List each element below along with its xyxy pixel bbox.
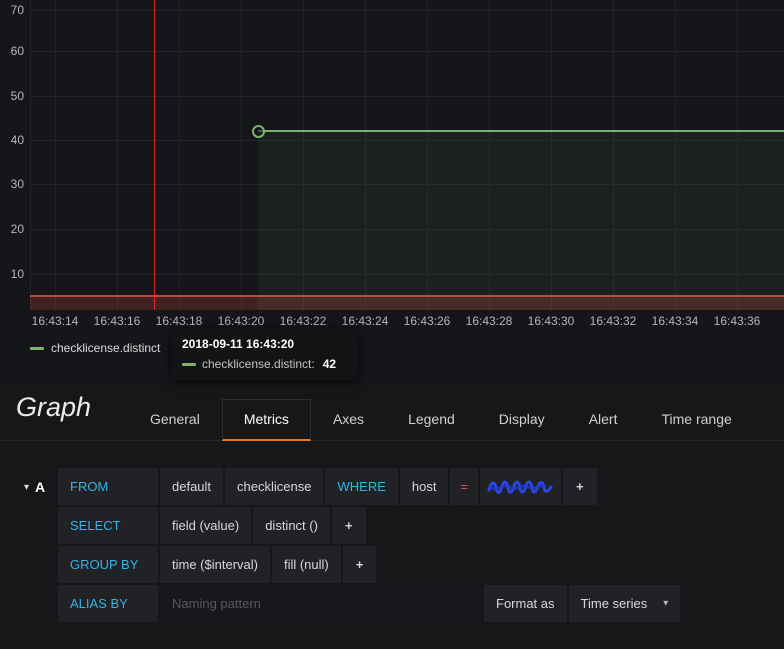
- redaction-scribble-icon: [487, 480, 553, 494]
- add-where-condition-button[interactable]: +: [563, 468, 597, 505]
- alias-pattern-input[interactable]: [160, 585, 478, 622]
- select-keyword: SELECT: [58, 507, 158, 544]
- from-keyword: FROM: [58, 468, 158, 505]
- tooltip-series-label: checklicense.distinct:: [202, 357, 315, 371]
- group-by-time[interactable]: time ($interval): [160, 546, 270, 583]
- operator-select[interactable]: =: [450, 468, 479, 505]
- tab-general[interactable]: General: [128, 399, 222, 441]
- gridline-v: [117, 0, 118, 310]
- x-tick-label: 16:43:16: [93, 314, 141, 328]
- editor-tabs: General Metrics Axes Legend Display Aler…: [128, 399, 754, 441]
- tab-legend[interactable]: Legend: [386, 399, 477, 441]
- crosshair-line: [154, 0, 155, 310]
- where-keyword: WHERE: [325, 468, 398, 505]
- y-tick-label: 50: [10, 89, 24, 103]
- add-group-by-button[interactable]: +: [342, 546, 377, 583]
- editor-header: Graph General Metrics Axes Legend Displa…: [0, 383, 784, 441]
- panel-type-title: Graph: [16, 392, 92, 422]
- tab-metrics[interactable]: Metrics: [221, 399, 311, 441]
- panel-editor: Graph General Metrics Axes Legend Displa…: [0, 383, 784, 649]
- x-tick-label: 16:43:34: [651, 314, 699, 328]
- y-tick-label: 70: [10, 3, 24, 17]
- legend-color-swatch: [30, 346, 44, 350]
- tab-axes[interactable]: Axes: [311, 399, 386, 441]
- select-function[interactable]: distinct (): [253, 507, 330, 544]
- x-tick-label: 16:43:30: [527, 314, 575, 328]
- select-field[interactable]: field (value): [160, 507, 252, 544]
- gridline-v: [241, 0, 242, 310]
- tab-time-range[interactable]: Time range: [639, 399, 753, 441]
- legend-item-checklicense-distinct[interactable]: checklicense.distinct: [30, 341, 160, 355]
- series-point-marker: [252, 125, 265, 138]
- x-tick-label: 16:43:14: [31, 314, 79, 328]
- query-row-select: SELECT field (value) distinct () +: [58, 507, 770, 544]
- gridline-h: [30, 51, 784, 52]
- y-tick-label: 10: [10, 267, 24, 281]
- y-tick-label: 20: [10, 222, 24, 236]
- query-row-alias: ALIAS BY Format as Time series ▾: [58, 585, 770, 622]
- measurement-select[interactable]: checklicense: [225, 468, 324, 505]
- query-row-from: FROM default checklicense WHERE host = +: [58, 468, 770, 505]
- format-as-label: Format as: [484, 585, 567, 622]
- x-tick-label: 16:43:20: [217, 314, 265, 328]
- gridline-h: [30, 96, 784, 97]
- tag-value-redacted[interactable]: [480, 468, 562, 505]
- query-collapse-toggle[interactable]: ▾ A: [24, 479, 45, 495]
- gridline-v: [179, 0, 180, 310]
- x-tick-label: 16:43:28: [465, 314, 513, 328]
- grafana-panel-editor: 70 60 50 40 30 20 10 16:43:14 16:43:16 1…: [0, 0, 784, 649]
- series-area-fill: [258, 132, 784, 310]
- add-select-part-button[interactable]: +: [331, 507, 366, 544]
- chevron-down-icon: ▾: [663, 598, 669, 609]
- series-line: [258, 130, 784, 132]
- x-tick-label: 16:43:26: [403, 314, 451, 328]
- y-tick-label: 40: [10, 133, 24, 147]
- alias-by-keyword: ALIAS BY: [58, 585, 158, 622]
- query-editor: ▾ A FROM default checklicense WHERE host…: [0, 441, 784, 622]
- chevron-down-icon: ▾: [24, 481, 30, 493]
- graph-tooltip: 2018-09-11 16:43:20 checklicense.distinc…: [172, 329, 358, 380]
- tag-key-select[interactable]: host: [399, 468, 449, 505]
- y-tick-label: 60: [10, 44, 24, 58]
- tab-display[interactable]: Display: [477, 399, 567, 441]
- retention-policy-select[interactable]: default: [160, 468, 224, 505]
- query-row-group-by: GROUP BY time ($interval) fill (null) +: [58, 546, 770, 583]
- x-tick-label: 16:43:18: [155, 314, 203, 328]
- x-tick-label: 16:43:36: [713, 314, 761, 328]
- x-tick-label: 16:43:24: [341, 314, 389, 328]
- tab-alert[interactable]: Alert: [567, 399, 640, 441]
- group-by-keyword: GROUP BY: [58, 546, 158, 583]
- tooltip-series-swatch: [182, 362, 196, 366]
- format-as-value: Time series: [580, 596, 648, 611]
- x-tick-label: 16:43:32: [589, 314, 637, 328]
- tooltip-timestamp: 2018-09-11 16:43:20: [182, 337, 295, 351]
- format-as-select[interactable]: Time series ▾: [568, 585, 681, 622]
- y-tick-label: 30: [10, 177, 24, 191]
- graph-panel: 70 60 50 40 30 20 10 16:43:14 16:43:16 1…: [0, 0, 784, 383]
- tooltip-value: 42: [322, 357, 337, 371]
- legend-label: checklicense.distinct: [51, 341, 161, 355]
- gridline-v: [55, 0, 56, 310]
- gridline-h: [30, 10, 784, 11]
- group-by-fill[interactable]: fill (null): [271, 546, 341, 583]
- query-letter: A: [35, 479, 46, 495]
- x-tick-label: 16:43:22: [279, 314, 327, 328]
